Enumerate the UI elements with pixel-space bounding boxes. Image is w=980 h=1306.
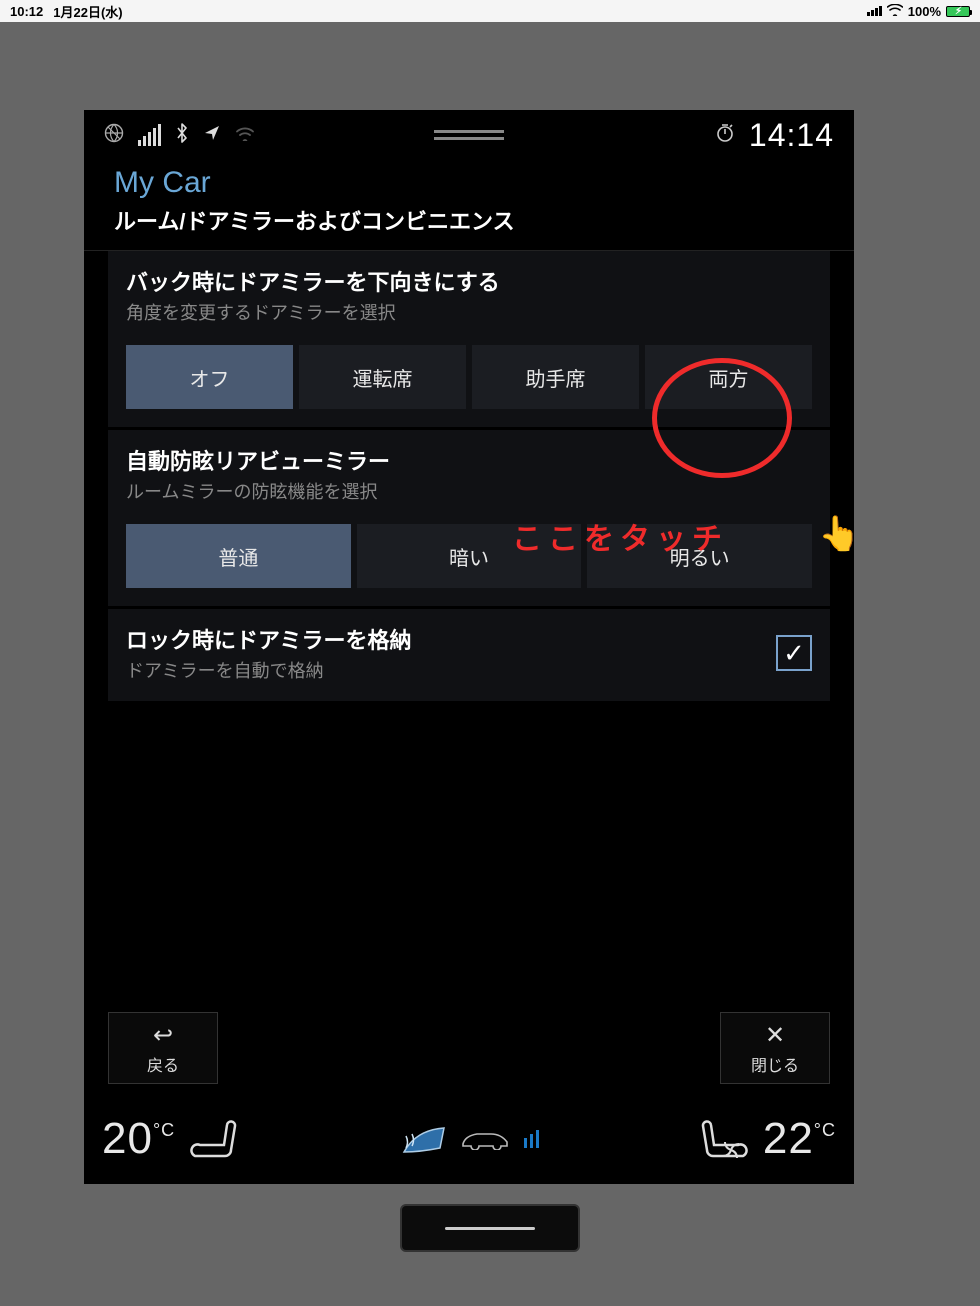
close-label: 閉じる: [751, 1052, 799, 1076]
setting-subtitle: ドアミラーを自動で格納: [126, 657, 776, 683]
climate-bar: 20°C 22°C: [84, 1094, 854, 1184]
option-label: オフ: [190, 363, 230, 392]
option-label: 普通: [218, 542, 258, 571]
ipad-time: 10:12: [10, 4, 43, 19]
setting-title: ロック時にドアミラーを格納: [126, 623, 776, 655]
setting-title: バック時にドアミラーを下向きにする: [126, 265, 812, 297]
deg-label: °C: [153, 1120, 175, 1141]
ipad-date: 1月22日(水): [53, 2, 122, 21]
app-title: My Car: [114, 166, 824, 200]
setting-group-fold-on-lock[interactable]: ロック時にドアミラーを格納 ドアミラーを自動で格納 ✓: [108, 607, 830, 702]
back-arrow-icon: ↩: [153, 1021, 173, 1050]
ipad-status-bar: 10:12 1月22日(水) 100% ⚡︎: [0, 0, 980, 22]
globe-off-icon: [104, 123, 124, 148]
temp-value: 22: [763, 1114, 814, 1164]
option-off[interactable]: オフ: [126, 345, 293, 409]
option-passenger[interactable]: 助手席: [472, 345, 639, 409]
cellular-signal-icon: [867, 6, 882, 16]
setting-subtitle: ルームミラーの防眩機能を選択: [126, 478, 812, 504]
car-infotainment-screen: 14:14 My Car ルーム/ドアミラーおよびコンビニエンス バック時にドア…: [84, 110, 854, 1184]
temp-left[interactable]: 20°C: [102, 1114, 175, 1164]
signal-icon: [138, 124, 161, 146]
option-label: 暗い: [449, 542, 489, 571]
option-normal[interactable]: 普通: [126, 524, 351, 588]
option-label: 助手席: [526, 363, 586, 392]
back-button[interactable]: ↩ 戻る: [108, 1012, 218, 1084]
option-driver[interactable]: 運転席: [299, 345, 466, 409]
battery-icon: ⚡︎: [946, 6, 970, 17]
section-title: ルーム/ドアミラーおよびコンビニエンス: [114, 204, 824, 236]
home-line-icon: [445, 1227, 535, 1230]
temp-right[interactable]: 22°C: [763, 1114, 836, 1164]
option-label: 運転席: [353, 363, 413, 392]
back-label: 戻る: [147, 1052, 179, 1076]
temp-value: 20: [102, 1114, 153, 1164]
seat-right-icon[interactable]: [695, 1116, 749, 1162]
unit-status-bar: 14:14: [84, 110, 854, 160]
bluetooth-icon: [175, 123, 189, 148]
defrost-icon: [400, 1122, 446, 1156]
car-outline-icon: [460, 1128, 510, 1150]
close-icon: ✕: [765, 1021, 785, 1050]
close-button[interactable]: ✕ 閉じる: [720, 1012, 830, 1084]
battery-percent: 100%: [908, 4, 941, 19]
annotation-circle: [652, 358, 792, 478]
deg-label: °C: [814, 1120, 836, 1141]
timer-icon: [715, 123, 735, 148]
climate-center-button[interactable]: [257, 1122, 681, 1156]
annotation-text: ここをタッチ: [512, 514, 728, 558]
page-header: My Car ルーム/ドアミラーおよびコンビニエンス: [84, 160, 854, 251]
setting-subtitle: 角度を変更するドアミラーを選択: [126, 299, 812, 325]
drag-handle-icon[interactable]: [434, 130, 504, 140]
checkbox-fold-on-lock[interactable]: ✓: [776, 635, 812, 671]
home-button[interactable]: [400, 1204, 580, 1252]
seat-left-icon[interactable]: [189, 1116, 243, 1162]
wifi-icon: [887, 4, 903, 19]
fan-level-icon: [524, 1130, 539, 1148]
wifi-dim-icon: [235, 125, 255, 146]
clock-time: 14:14: [749, 117, 834, 154]
pointing-hand-icon: 👆: [818, 514, 860, 554]
location-icon: [203, 124, 221, 147]
